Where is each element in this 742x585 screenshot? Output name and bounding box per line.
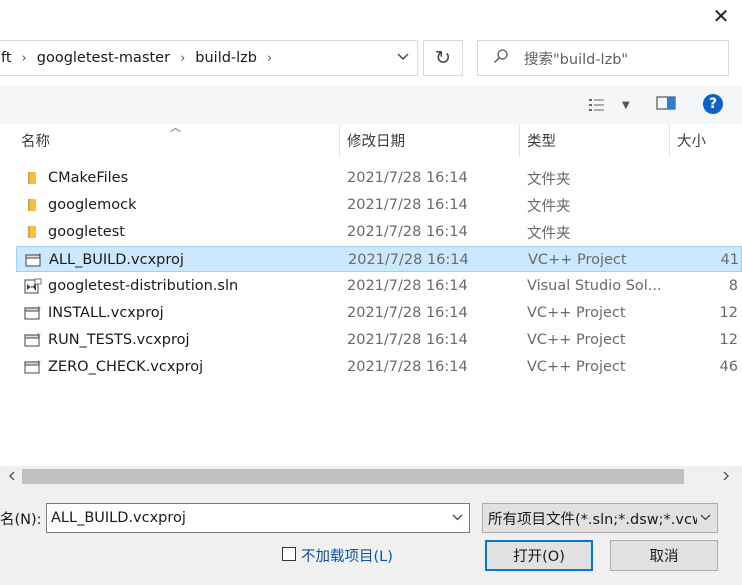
file-size: 46	[719, 359, 738, 375]
file-name: ZERO_CHECK.vcxproj	[48, 359, 204, 375]
folder-icon	[24, 224, 40, 240]
sort-ascending-icon: ︿	[170, 121, 181, 134]
details-view-icon[interactable]: ▼	[588, 95, 634, 115]
vcxproj-icon: ++	[24, 305, 46, 321]
close-button[interactable]: ✕	[706, 2, 736, 30]
file-row[interactable]: ++ ALL_BUILD.vcxproj 2021/7/28 16:14 VC++ P…	[16, 246, 742, 272]
file-name: googletest-distribution.sln	[48, 278, 239, 294]
close-icon: ✕	[712, 4, 730, 28]
column-header-name-label: 名称	[21, 134, 50, 150]
preview-pane-icon[interactable]	[656, 95, 678, 115]
filename-value: ALL_BUILD.vcxproj	[51, 510, 186, 526]
file-row[interactable]: ++ ZERO_CHECK.vcxproj 2021/7/28 16:14 VC++ …	[16, 354, 742, 380]
file-size: 12	[719, 332, 738, 348]
file-date: 2021/7/28 16:14	[348, 252, 469, 268]
file-type: VC++ Project	[528, 252, 627, 268]
file-date: 2021/7/28 16:14	[347, 224, 468, 240]
file-type: Visual Studio Sol...	[527, 278, 662, 294]
sln-icon	[24, 278, 42, 294]
scroll-left-icon[interactable]	[4, 468, 20, 484]
file-row[interactable]: ++ INSTALL.vcxproj 2021/7/28 16:14 VC++ Pro…	[16, 300, 742, 326]
file-date: 2021/7/28 16:14	[347, 278, 468, 294]
file-type: VC++ Project	[527, 359, 626, 375]
svg-text:++: ++	[37, 252, 43, 259]
file-date: 2021/7/28 16:14	[347, 197, 468, 213]
file-name: RUN_TESTS.vcxproj	[48, 332, 190, 348]
column-header-date[interactable]: 修改日期	[340, 124, 520, 157]
filename-input[interactable]: ALL_BUILD.vcxproj	[46, 503, 470, 533]
chevron-down-icon[interactable]	[697, 511, 711, 524]
file-type: 文件夹	[527, 225, 571, 242]
cancel-button[interactable]: 取消	[610, 540, 718, 571]
breadcrumb: ft › googletest-master › build-lzb ›	[0, 50, 272, 66]
chevron-down-icon[interactable]	[452, 511, 463, 524]
file-type: VC++ Project	[527, 332, 626, 348]
file-type-select[interactable]: 所有项目文件(*.sln;*.dsw;*.vcw	[482, 503, 718, 533]
file-size	[676, 192, 738, 218]
file-name: INSTALL.vcxproj	[48, 305, 164, 321]
breadcrumb-item-googletest-master[interactable]: googletest-master	[27, 50, 180, 66]
column-header-size[interactable]: 大小	[670, 124, 742, 157]
refresh-button[interactable]: ↻	[423, 40, 463, 76]
vcxproj-icon: ++	[24, 332, 46, 348]
scrollbar-thumb[interactable]	[22, 469, 684, 484]
search-box[interactable]: 搜索"build-lzb"	[477, 40, 729, 76]
column-header-type[interactable]: 类型	[520, 124, 670, 157]
filename-label: 名(N):	[0, 512, 42, 528]
folder-icon	[24, 197, 40, 213]
cancel-button-label: 取消	[649, 549, 679, 565]
column-header-size-label: 大小	[677, 134, 706, 150]
file-name: CMakeFiles	[48, 170, 129, 186]
column-header-date-label: 修改日期	[347, 134, 405, 150]
file-name: ALL_BUILD.vcxproj	[49, 252, 184, 268]
file-row[interactable]: googletest-distribution.sln 2021/7/28 16:…	[16, 273, 742, 299]
file-name: googlemock	[48, 197, 137, 213]
no-load-projects-checkbox[interactable]	[282, 547, 296, 561]
file-type: 文件夹	[527, 171, 571, 188]
file-row[interactable]: googletest 2021/7/28 16:14 文件夹	[16, 219, 742, 245]
file-row[interactable]: ++ RUN_TESTS.vcxproj 2021/7/28 16:14 VC++ P…	[16, 327, 742, 353]
no-load-projects-label[interactable]: 不加载项目(L)	[301, 545, 393, 566]
help-icon[interactable]: ?	[703, 94, 723, 114]
folder-icon	[24, 170, 40, 186]
file-row[interactable]: googlemock 2021/7/28 16:14 文件夹	[16, 192, 742, 218]
column-header-type-label: 类型	[527, 134, 556, 150]
breadcrumb-item-partial[interactable]: ft	[0, 50, 22, 66]
svg-text:++: ++	[36, 305, 42, 312]
file-date: 2021/7/28 16:14	[347, 359, 468, 375]
file-size: 41	[720, 252, 739, 268]
svg-text:++: ++	[36, 332, 42, 339]
file-type: 文件夹	[527, 198, 571, 215]
file-type: VC++ Project	[527, 305, 626, 321]
file-size	[676, 219, 738, 245]
vcxproj-icon: ++	[24, 359, 46, 375]
file-date: 2021/7/28 16:14	[347, 305, 468, 321]
refresh-icon: ↻	[435, 47, 451, 69]
caret-down-icon[interactable]: ▼	[622, 100, 630, 111]
file-date: 2021/7/28 16:14	[347, 332, 468, 348]
breadcrumb-item-build-lzb[interactable]: build-lzb	[185, 50, 267, 66]
svg-text:++: ++	[36, 359, 42, 366]
vcxproj-icon: ++	[25, 252, 47, 268]
search-input[interactable]: 搜索"build-lzb"	[524, 48, 628, 69]
file-date: 2021/7/28 16:14	[347, 170, 468, 186]
file-size: 12	[719, 305, 738, 321]
file-size: 8	[728, 278, 738, 294]
chevron-right-icon[interactable]: ›	[267, 51, 272, 66]
search-icon	[478, 48, 524, 69]
chevron-down-icon[interactable]	[397, 50, 409, 64]
file-name: googletest	[48, 224, 125, 240]
address-bar[interactable]: ft › googletest-master › build-lzb ›	[0, 40, 418, 76]
file-row[interactable]: CMakeFiles 2021/7/28 16:14 文件夹	[16, 165, 742, 191]
file-size	[676, 165, 738, 191]
file-type-value: 所有项目文件(*.sln;*.dsw;*.vcw	[488, 511, 704, 528]
scroll-right-icon[interactable]	[718, 468, 734, 484]
open-button[interactable]: 打开(O)	[485, 540, 593, 571]
open-button-label: 打开(O)	[513, 549, 565, 565]
